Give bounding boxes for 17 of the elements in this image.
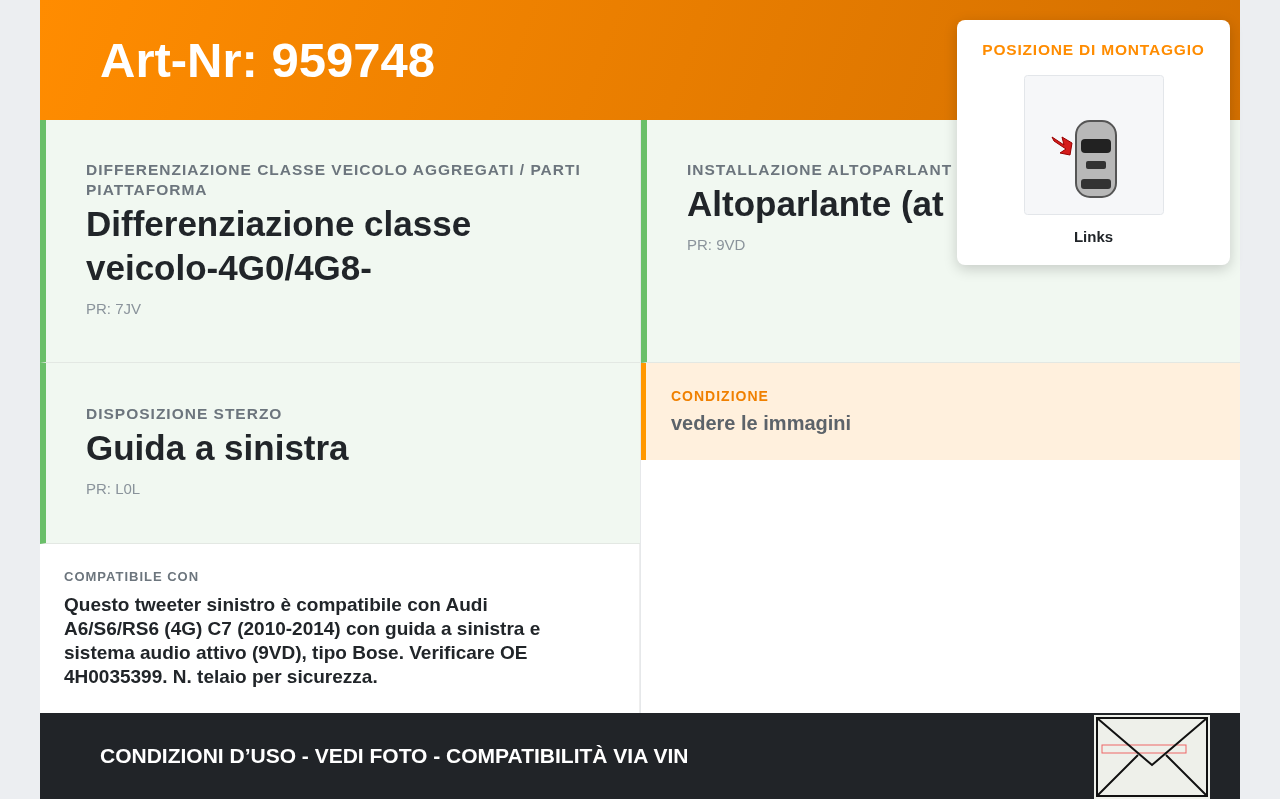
pr-code: PR: 9VD [687,236,746,253]
spec-label: INSTALLAZIONE ALTOPARLANT [687,160,953,180]
spec-value: Differenziazione classe veicolo-4G0/4G8- [86,203,473,289]
spec-value: Guida a sinistra [86,427,349,469]
condition-label: CONDIZIONE [671,388,770,404]
spec-label: DIFFERENZIAZIONE CLASSE VEICOLO AGGREGATI / PARTI PIATTAFORMA [86,160,582,200]
compatibility-text: Questo tweeter sinistro è compatibile con Audi A6/S6/RS6 (4G) C7 (2010-2014) con guida a sinistra e sistema audio attivo (9VD), tipo Bose. Verificare OE 4H0035399. N. telaio per sicurezza. [64,593,542,689]
condition-text: vedere le immagini [671,412,853,435]
compatibility-label: COMPATIBILE CON [64,569,201,584]
article-number: Art-Nr: 959748 [100,32,435,88]
spec-label: DISPOSIZIONE STERZO [86,404,283,424]
pr-code: PR: 7JV [86,300,142,317]
footer-text: CONDIZIONI D’USO - VEDI FOTO - COMPATIBILITÀ VIA VIN [100,744,689,768]
position-caption: Links [1073,228,1114,245]
panel-title: POSIZIONE DI MONTAGGIO [982,41,1205,59]
pr-code: PR: L0L [86,480,141,497]
spec-value: Altoparlante (at [687,183,944,225]
